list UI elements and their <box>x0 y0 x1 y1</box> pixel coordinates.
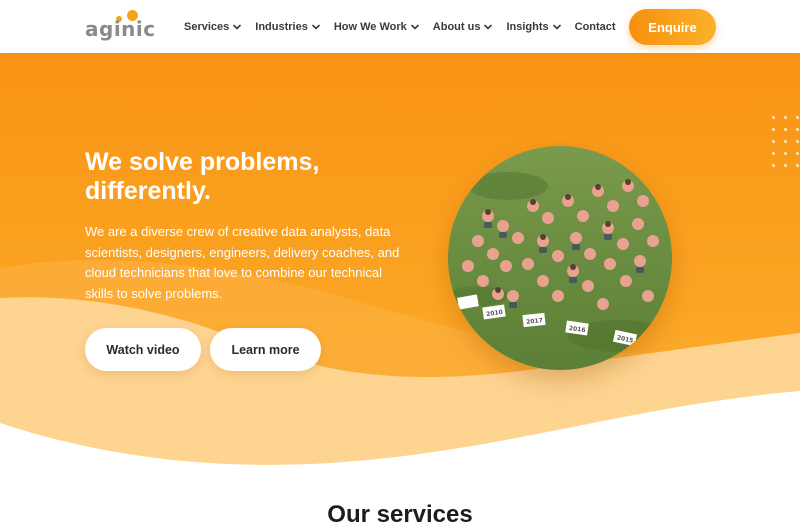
hero-title: We solve problems, differently. <box>85 148 405 206</box>
nav-item-how-we-work[interactable]: How We Work <box>334 21 419 33</box>
logo-wordmark: aginic <box>85 17 156 41</box>
nav-item-label: How We Work <box>333 20 407 33</box>
chevron-down-icon <box>233 23 242 31</box>
main-nav: Services Industries How We Work About us… <box>184 0 616 53</box>
chevron-down-icon <box>410 23 419 31</box>
nav-item-services[interactable]: Services <box>184 20 242 33</box>
chevron-down-icon <box>312 23 320 31</box>
chevron-down-icon <box>552 23 561 31</box>
nav-item-insights[interactable]: Insights <box>506 20 561 33</box>
aginic-logo[interactable]: aginic <box>85 9 155 43</box>
hero-title-line-1: We solve problems, <box>85 148 320 176</box>
nav-item-industries[interactable]: Industries <box>255 21 320 33</box>
nav-item-about-us[interactable]: About us <box>433 21 493 33</box>
watch-video-button[interactable]: Watch video <box>85 328 201 371</box>
services-heading: Our services <box>327 501 473 525</box>
nav-item-label: Industries <box>255 20 308 33</box>
nav-item-label: Insights <box>506 20 549 33</box>
enquire-button[interactable]: Enquire <box>629 9 716 45</box>
team-photo: 2010 2017 2016 2015 <box>448 146 672 370</box>
learn-more-button[interactable]: Learn more <box>210 328 321 371</box>
nav-item-label: Services <box>184 20 230 33</box>
chevron-down-icon <box>484 23 493 31</box>
team-photo-illustration: 2010 2017 2016 2015 <box>448 146 672 370</box>
hero-title-line-2: differently. <box>85 177 211 205</box>
nav-item-contact[interactable]: Contact <box>575 21 616 33</box>
decorative-dot-grid <box>772 116 800 176</box>
nav-item-label: Contact <box>574 20 616 33</box>
nav-item-label: About us <box>432 20 481 33</box>
site-header: aginic Services Industries How We Work A… <box>0 0 800 53</box>
hero-description: We are a diverse crew of creative data a… <box>85 224 400 301</box>
